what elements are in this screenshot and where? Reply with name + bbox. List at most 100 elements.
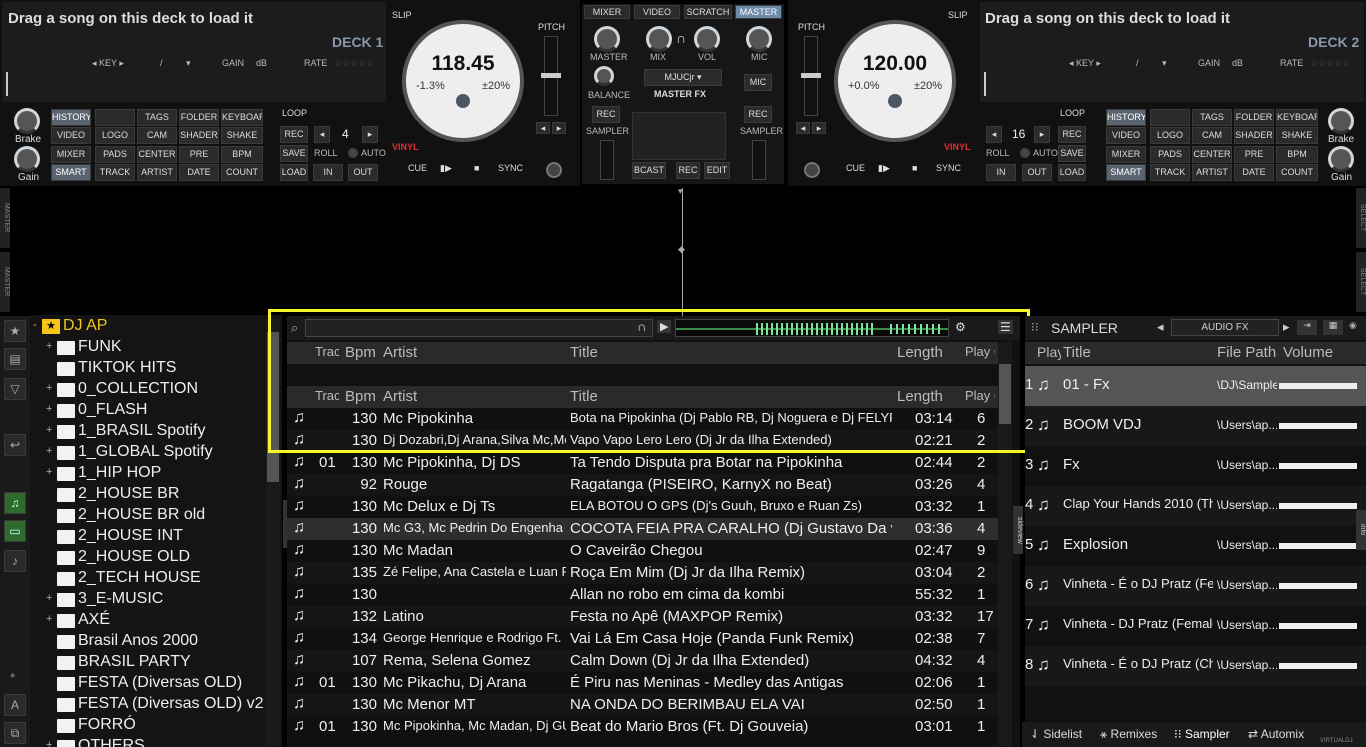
select-side-tab-bottom[interactable]: SELECT [1356, 252, 1366, 312]
deck2-history-button[interactable]: HISTORY [1106, 109, 1146, 126]
table-row[interactable]: ♫ 135 Zé Felipe, Ana Castela e Luan Pe... R… [287, 562, 1000, 584]
deck1-settings-icon[interactable] [546, 162, 562, 178]
deck1-key-dropdown[interactable]: ▾ [186, 58, 191, 69]
expand-icon[interactable]: + [46, 403, 52, 415]
sampler-fx-dropdown[interactable]: AUDIO FX [1171, 319, 1279, 336]
deck1-logo-button[interactable]: LOGO [95, 127, 135, 144]
sampler-row[interactable]: 8♫ Vinheta - É o DJ Pratz (Child) \Users\a… [1025, 646, 1366, 686]
sampler-play-icon[interactable]: ♫ [1037, 375, 1059, 395]
mix-knob[interactable] [646, 26, 672, 52]
table-row[interactable]: ♫ 130 Allan no robo em cima da kombi 55:32 1 [287, 584, 1000, 606]
deck1-load-button[interactable]: LOAD [280, 164, 308, 181]
deck1-bpm-button[interactable]: BPM [221, 146, 263, 163]
deck2-pitch-up-button[interactable]: ▸ [812, 122, 826, 134]
deck1-track-button[interactable]: TRACK [95, 164, 135, 181]
window-icon[interactable]: ⧉ [4, 722, 26, 744]
deck1-play-button[interactable]: ▮▶ [440, 163, 452, 174]
mic-view-icon[interactable]: ♪ [4, 550, 26, 572]
deck1-save-button[interactable]: SAVE [280, 145, 308, 162]
master-user-dropdown[interactable]: MJUCjr ▾ [644, 69, 722, 86]
sampler-row[interactable]: 7 ♫ Vinheta - DJ Pratz (Female) \Users\ap..… [1025, 606, 1366, 646]
sampler-row[interactable]: 2 ♫ BOOM VDJ \Users\ap... [1025, 406, 1366, 446]
table-row[interactable]: ♫ 01 130 Mc Pipokinha, Mc Madan, Dj GU... Be… [287, 716, 1000, 738]
deck2-cam-button[interactable]: CAM [1192, 127, 1232, 144]
deck2-video-button[interactable]: VIDEO [1106, 127, 1146, 144]
deck1-center-button[interactable]: CENTER [137, 146, 177, 163]
sampler-row[interactable]: 3 ♫ Fx \Users\ap... [1025, 446, 1366, 486]
deck1-smart-button[interactable]: SMART [51, 164, 91, 181]
sampler-volume-slider[interactable] [1279, 383, 1357, 389]
deck1-mixer-button[interactable]: MIXER [51, 146, 91, 163]
sampler-play-icon[interactable]: ♫ [1037, 575, 1059, 595]
mic-knob[interactable] [746, 26, 772, 52]
deck2-smart-button[interactable]: SMART [1106, 164, 1146, 181]
sampler-row[interactable]: 4♫ Clap Your Hands 2010 (Thi... \Users\ap.… [1025, 486, 1366, 526]
deck2-bpm-button[interactable]: BPM [1276, 146, 1318, 163]
master-fx-slot[interactable] [632, 112, 726, 160]
sampler-volume-slider[interactable] [1279, 623, 1357, 629]
deck2-key-dropdown[interactable]: ▾ [1162, 58, 1167, 69]
deck1-pitch-up-button[interactable]: ▸ [552, 122, 566, 134]
sampler-play-icon[interactable]: ♫ [1037, 535, 1059, 555]
sampler-prev-icon[interactable]: ◂ [1157, 319, 1164, 335]
deck1-loop-in-button[interactable]: IN [313, 164, 343, 181]
deck1-tags-button[interactable]: TAGS [137, 109, 177, 126]
deck1-vinyl-label[interactable]: VINYL [392, 142, 419, 152]
deck2-keyboard-button[interactable]: KEYBOARD [1276, 109, 1318, 126]
deck2-vinyl-label[interactable]: VINYL [944, 142, 971, 152]
expand-icon[interactable]: + [46, 592, 52, 604]
deck1-shake-button[interactable]: SHAKE [221, 127, 263, 144]
deck1-platter[interactable]: 118.45 -1.3% ±20% [402, 20, 524, 142]
mic-button[interactable]: MIC [744, 74, 772, 91]
deck1-folder-button[interactable]: FOLDER [179, 109, 219, 126]
expand-icon[interactable]: + [46, 466, 52, 478]
sampler-play-icon[interactable]: ♫ [1037, 655, 1059, 675]
table-row[interactable]: ♫ 130 Mc Menor MT NA ONDA DO BERIMBAU ELA V… [287, 694, 1000, 716]
sideview-tab[interactable]: sideview [1013, 506, 1023, 554]
deck2-count-button[interactable]: COUNT [1276, 164, 1318, 181]
deck1-rating[interactable]: ☆☆☆☆☆ [334, 58, 374, 69]
tab-master[interactable]: MASTER [735, 5, 782, 19]
expand-icon[interactable]: + [46, 424, 52, 436]
deck1-loop-prev-button[interactable]: ◂ [314, 126, 330, 143]
deck2-center-button[interactable]: CENTER [1192, 146, 1232, 163]
table-row[interactable]: ♫ 130 Mc Madan O Caveirão Chegou 02:47 9 [287, 540, 1000, 562]
deck2-roll-label[interactable]: ROLL [986, 148, 1010, 158]
sampler-row[interactable]: 5 ♫ Explosion \Users\ap... [1025, 526, 1366, 566]
expand-icon[interactable]: + [46, 739, 52, 747]
music-view-icon[interactable]: ♫ [4, 492, 26, 514]
deck2-platter[interactable]: 120.00 +0.0% ±20% [834, 20, 956, 142]
sampler-rec-left-button[interactable]: REC [592, 106, 620, 123]
record-button[interactable]: REC [676, 162, 700, 179]
deck1-cue-button[interactable]: CUE [408, 163, 427, 173]
deck2-key-label[interactable]: ◂ KEY ▸ [1069, 58, 1101, 69]
sampler-row[interactable]: 6 ♫ Vinheta - É o DJ Pratz (Fe... \Users\ap… [1025, 566, 1366, 606]
tab-sampler[interactable]: ⁝⁝ Sampler [1174, 727, 1230, 741]
table-row[interactable]: ♫ 01 130 Mc Pikachu, Dj Arana É Piru nas Men… [287, 672, 1000, 694]
deck1-loop-rec-button[interactable]: REC [280, 126, 308, 143]
table-row[interactable]: ♫ 01 130 Mc Pipokinha, Dj DS Ta Tendo Disput… [287, 452, 1000, 474]
deck1-blank-button[interactable] [95, 109, 135, 126]
deck2-shader-button[interactable]: SHADER [1234, 127, 1274, 144]
sampler-volume-slider[interactable] [1279, 663, 1357, 669]
expand-icon[interactable]: + [46, 613, 52, 625]
expand-icon[interactable]: + [46, 340, 52, 352]
deck1-pitch-down-button[interactable]: ◂ [536, 122, 550, 134]
sampler-layout-icon[interactable]: ▦ [1323, 320, 1343, 335]
deck2-settings-icon[interactable] [804, 162, 820, 178]
sampler-column-play[interactable]: Play [1037, 344, 1061, 360]
deck1-date-button[interactable]: DATE [179, 164, 219, 181]
deck1-cam-button[interactable]: CAM [137, 127, 177, 144]
filter-icon[interactable]: ▽ [4, 378, 26, 400]
sampler-column-title[interactable]: Title [1063, 344, 1091, 361]
tab-sidelist[interactable]: ⇃ Sidelist [1030, 727, 1082, 741]
deck2-auto-label[interactable]: AUTO [1033, 148, 1058, 158]
edit-button[interactable]: EDIT [704, 162, 730, 179]
deck1-loop-next-button[interactable]: ▸ [362, 126, 378, 143]
deck2-pads-button[interactable]: PADS [1150, 146, 1190, 163]
deck2-brake-knob[interactable] [1328, 108, 1354, 134]
deck1-roll-label[interactable]: ROLL [314, 148, 338, 158]
deck1-key-label[interactable]: ◂ KEY ▸ [92, 58, 124, 69]
deck2-cue-button[interactable]: CUE [846, 163, 865, 173]
sampler-volume-slider[interactable] [1279, 463, 1357, 469]
